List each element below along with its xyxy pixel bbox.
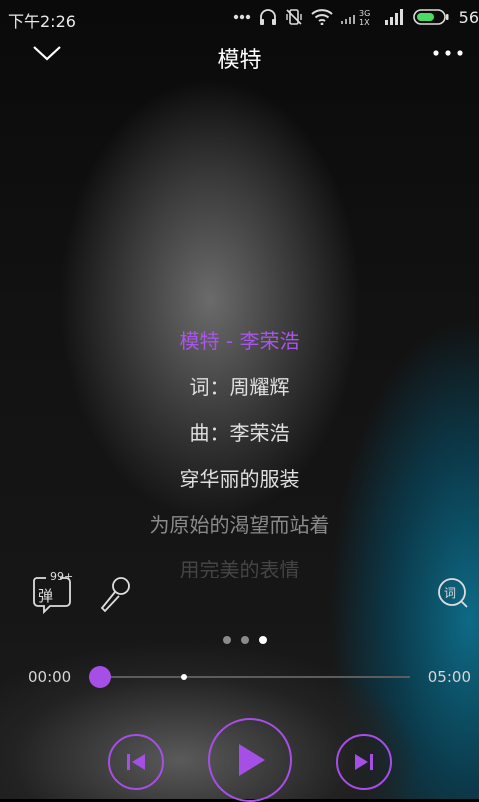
lyric-button-label: 词: [444, 586, 457, 600]
page-dot[interactable]: [222, 636, 231, 644]
song-title: 模特: [217, 48, 262, 73]
playback-controls: [0, 718, 479, 802]
battery-percent: 56: [458, 7, 479, 27]
battery-icon: [412, 9, 449, 25]
lyric-line: 为原始的渴望而站着: [149, 513, 330, 537]
danmu-label: 弹: [38, 587, 54, 605]
play-button[interactable]: [208, 718, 292, 802]
status-time: 下午2:26: [8, 12, 76, 31]
seek-bar[interactable]: [89, 666, 410, 688]
current-time: 00:00: [28, 668, 72, 686]
wifi-icon: [310, 9, 333, 25]
status-icons: 3G 1X 56: [233, 7, 479, 27]
page-dot[interactable]: [240, 636, 249, 644]
svg-text:3G: 3G: [359, 9, 370, 18]
mobile-signal-3g-icon: 3G1X: [340, 9, 370, 26]
page-dot-active[interactable]: [258, 636, 267, 644]
buffer-marker: [180, 674, 187, 680]
danmu-count-badge: 99+: [50, 570, 74, 583]
top-bar: 模特: [0, 34, 479, 74]
total-time: 05:00: [427, 668, 471, 686]
lyrics-panel[interactable]: 模特 - 李荣浩 词：周耀辉 曲：李荣浩 穿华丽的服装 为原始的渴望而站着 用完…: [0, 318, 479, 578]
signal-bars-icon: [384, 9, 403, 25]
lyric-line: 词：周耀辉: [189, 375, 290, 399]
previous-button[interactable]: [108, 734, 164, 790]
progress-row: 00:00 05:00: [0, 664, 479, 690]
previous-track-icon: [127, 754, 145, 770]
lyric-settings-button[interactable]: 词: [432, 572, 476, 616]
play-icon: [239, 744, 265, 776]
page-indicator: [0, 636, 479, 644]
danmu-button[interactable]: 99+ 弹: [30, 570, 74, 616]
tool-row: 99+ 弹 词: [0, 570, 479, 616]
lyric-line: 曲：李荣浩: [189, 421, 290, 445]
more-dots-icon: [433, 50, 463, 56]
vibrate-off-icon: [285, 9, 302, 25]
seek-thumb[interactable]: [89, 666, 111, 688]
next-track-icon: [355, 754, 373, 770]
status-bar: 下午2:26 3G 1X 56: [0, 0, 479, 34]
sing-along-button[interactable]: [94, 572, 138, 616]
svg-text:1X: 1X: [359, 18, 370, 26]
more-options-button[interactable]: [431, 42, 465, 64]
next-button[interactable]: [336, 734, 392, 790]
microphone-icon: [100, 577, 130, 613]
more-notifications-icon: [233, 14, 250, 20]
lyric-line: 模特 - 李荣浩: [179, 329, 300, 353]
lyric-line: 穿华丽的服装: [179, 467, 300, 491]
headphones-icon: [259, 9, 276, 25]
